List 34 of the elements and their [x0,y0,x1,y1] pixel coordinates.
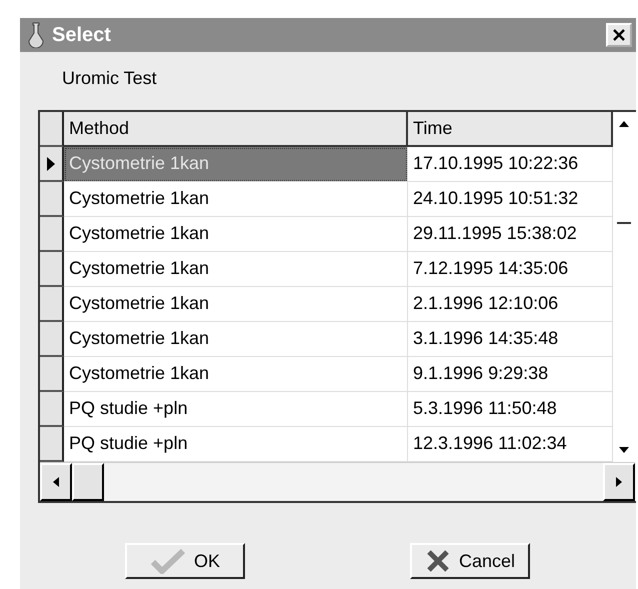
row-indicator[interactable] [40,427,64,462]
close-icon [612,28,626,42]
row-indicator[interactable] [40,147,64,182]
row-indicator[interactable] [40,287,64,322]
cancel-button[interactable]: Cancel [410,543,530,579]
ok-button[interactable]: OK [125,543,245,579]
right-arrow-icon[interactable] [615,476,623,488]
table-cell[interactable]: Cystometrie 1kan [64,322,408,357]
down-arrow-icon[interactable] [618,446,630,454]
table-cell[interactable]: Cystometrie 1kan [64,252,408,287]
dataset-label: Uromic Test [61,67,158,90]
table-cell[interactable]: Cystometrie 1kan [64,182,408,217]
cross-icon [424,549,451,573]
scroll-thumb[interactable] [72,463,104,501]
table-cell[interactable]: PQ studie +pln [64,392,408,427]
close-button[interactable] [606,23,632,47]
table-cell[interactable]: Cystometrie 1kan [64,217,408,252]
column-header[interactable]: Method [64,112,408,147]
left-arrow-icon[interactable] [52,476,60,488]
window-title: Select [52,24,112,46]
up-arrow-icon[interactable] [618,120,630,128]
table-cell[interactable]: Cystometrie 1kan [64,287,408,322]
row-indicator[interactable] [40,392,64,427]
row-indicator [40,112,64,147]
table-cell[interactable]: Cystometrie 1kan [64,357,408,392]
row-indicator[interactable] [40,252,64,287]
checkmark-icon [150,548,186,574]
horizontal-scrollbar[interactable] [40,462,635,501]
row-indicator[interactable] [40,217,64,252]
flask-icon [28,22,44,48]
row-indicator[interactable] [40,322,64,357]
row-indicator[interactable] [40,357,64,392]
column-header[interactable]: Time [408,112,613,147]
row-indicator[interactable] [40,182,64,217]
